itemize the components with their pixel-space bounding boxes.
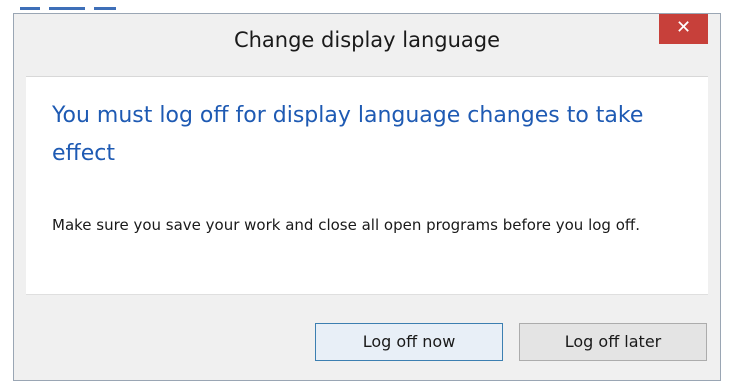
dialog-footer: Log off now Log off later bbox=[26, 294, 708, 369]
content-text: Make sure you save your work and close a… bbox=[52, 216, 640, 234]
bg-text-fragment bbox=[49, 7, 86, 10]
log-off-now-button[interactable]: Log off now bbox=[315, 323, 503, 361]
background-window-fragment bbox=[20, 0, 150, 14]
bg-text-fragment bbox=[20, 7, 40, 10]
dialog-title: Change display language bbox=[233, 28, 501, 52]
log-off-later-button[interactable]: Log off later bbox=[519, 323, 707, 361]
close-button[interactable]: ✕ bbox=[659, 14, 708, 44]
main-instruction: You must log off for display language ch… bbox=[52, 103, 644, 166]
dialog-content: You must log off for display language ch… bbox=[26, 76, 708, 294]
close-icon: ✕ bbox=[675, 17, 692, 38]
dialog-titlebar[interactable]: Change display language ✕ bbox=[14, 14, 720, 76]
change-display-language-dialog: Change display language ✕ You must log o… bbox=[13, 13, 721, 381]
bg-text-fragment bbox=[94, 7, 117, 10]
